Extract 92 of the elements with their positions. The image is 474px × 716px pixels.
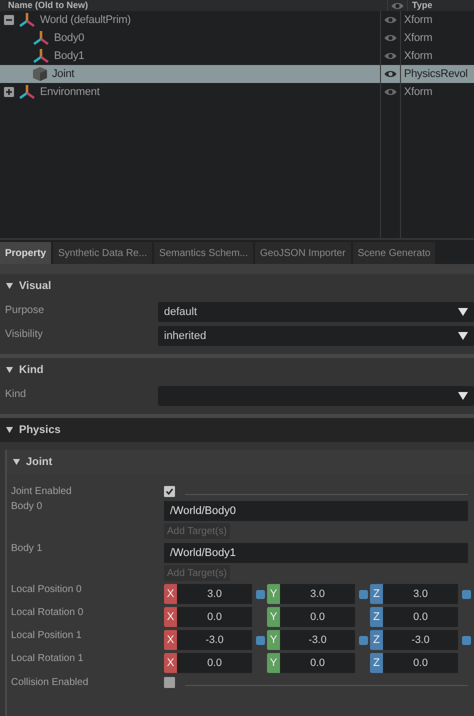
panel-tab[interactable]: GeoJSON Importer bbox=[254, 242, 351, 264]
eye-icon[interactable] bbox=[384, 52, 397, 60]
number-field[interactable]: 3.0 bbox=[177, 584, 252, 604]
dropdown[interactable]: inherited bbox=[158, 326, 474, 346]
prim-type: Xform bbox=[404, 14, 432, 26]
axis-label: X bbox=[164, 584, 177, 604]
axis-label: Z bbox=[370, 630, 383, 650]
eye-icon[interactable] bbox=[384, 34, 397, 42]
property-label: Local Position 0 bbox=[10, 584, 83, 595]
link-icon[interactable] bbox=[359, 636, 368, 644]
axis-label: X bbox=[164, 653, 177, 673]
property-label: Body 0 bbox=[10, 501, 44, 512]
tree-row[interactable]: Body0 Xform bbox=[0, 29, 474, 47]
tree-row[interactable]: World (defaultPrim) Xform bbox=[0, 11, 474, 29]
axis-label: Y bbox=[267, 630, 280, 650]
property-label: Purpose bbox=[4, 303, 46, 316]
link-icon[interactable] bbox=[256, 636, 265, 644]
column-header[interactable]: Type bbox=[407, 0, 474, 11]
column-header[interactable]: Name (Old to New) bbox=[0, 0, 387, 11]
link-icon[interactable] bbox=[359, 590, 368, 598]
section-title: Physics bbox=[19, 424, 61, 436]
property-label: Local Rotation 1 bbox=[10, 653, 84, 664]
dropdown[interactable]: default bbox=[158, 302, 474, 322]
property-label: Local Position 1 bbox=[10, 630, 83, 641]
tree-row[interactable]: Joint PhysicsRevol bbox=[0, 65, 474, 83]
number-field[interactable]: -3.0 bbox=[177, 630, 252, 650]
property-label: Kind bbox=[4, 387, 28, 400]
prim-type: Xform bbox=[404, 50, 432, 62]
panel-tab[interactable]: Semantics Schem... bbox=[154, 242, 253, 264]
eye-icon[interactable] bbox=[384, 16, 397, 24]
collapse-arrow-icon[interactable] bbox=[6, 427, 13, 433]
axis-label: Y bbox=[267, 607, 280, 627]
eye-icon[interactable] bbox=[384, 88, 397, 96]
property-label: Visibility bbox=[4, 327, 44, 340]
path-field[interactable]: /World/Body1 bbox=[164, 543, 468, 563]
eye-icon[interactable] bbox=[384, 70, 397, 78]
axis-label: X bbox=[164, 630, 177, 650]
axis-label: Z bbox=[370, 584, 383, 604]
collapse-arrow-icon[interactable] bbox=[13, 459, 20, 465]
prim-type: Xform bbox=[404, 32, 432, 44]
prim-name: Body1 bbox=[54, 50, 84, 62]
number-field[interactable]: -3.0 bbox=[280, 630, 355, 650]
prim-type: Xform bbox=[404, 86, 432, 98]
number-field[interactable]: 0.0 bbox=[177, 607, 252, 627]
axes-icon bbox=[32, 30, 50, 46]
property-label: Collision Enabled bbox=[10, 677, 90, 688]
dropdown-arrow-icon bbox=[458, 392, 468, 400]
panel-tab[interactable]: Scene Generato bbox=[352, 242, 436, 264]
prim-name: World (defaultPrim) bbox=[40, 14, 131, 26]
panel-tab[interactable]: Property bbox=[0, 242, 52, 264]
property-label: Local Rotation 0 bbox=[10, 607, 84, 618]
section-title: Joint bbox=[26, 456, 52, 468]
collapse-arrow-icon[interactable] bbox=[6, 367, 13, 373]
property-label: Body 1 bbox=[10, 543, 44, 554]
dropdown-arrow-icon bbox=[458, 308, 468, 316]
property-label: Joint Enabled bbox=[10, 486, 73, 497]
panel-tab[interactable]: Synthetic Data Re... bbox=[53, 242, 152, 264]
number-field[interactable]: 0.0 bbox=[383, 653, 458, 673]
dropdown-arrow-icon bbox=[458, 332, 468, 340]
link-icon[interactable] bbox=[462, 590, 471, 598]
prim-type: PhysicsRevol bbox=[404, 68, 468, 80]
number-field[interactable]: 0.0 bbox=[280, 607, 355, 627]
prim-name: Joint bbox=[52, 68, 74, 80]
link-icon[interactable] bbox=[462, 636, 471, 644]
axis-label: Y bbox=[267, 584, 280, 604]
axis-label: Z bbox=[370, 607, 383, 627]
axes-icon bbox=[18, 84, 36, 100]
eye-icon[interactable] bbox=[391, 2, 404, 10]
checkbox[interactable] bbox=[164, 486, 175, 497]
section-title: Kind bbox=[19, 364, 44, 376]
prim-name: Environment bbox=[40, 86, 100, 98]
cube-icon bbox=[32, 66, 48, 82]
axis-label: Z bbox=[370, 653, 383, 673]
number-field[interactable]: 3.0 bbox=[383, 584, 458, 604]
number-field[interactable]: 0.0 bbox=[280, 653, 355, 673]
prim-name: Body0 bbox=[54, 32, 84, 44]
number-field[interactable]: 0.0 bbox=[177, 653, 252, 673]
number-field[interactable]: 3.0 bbox=[280, 584, 355, 604]
axes-icon bbox=[18, 12, 36, 28]
section-title: Visual bbox=[19, 280, 52, 292]
axes-icon bbox=[32, 48, 50, 64]
checkbox[interactable] bbox=[164, 677, 175, 688]
collapse-arrow-icon[interactable] bbox=[6, 283, 13, 289]
number-field[interactable]: -3.0 bbox=[383, 630, 458, 650]
path-field[interactable]: /World/Body0 bbox=[164, 501, 468, 521]
tree-row[interactable]: Environment Xform bbox=[0, 83, 474, 101]
link-icon[interactable] bbox=[256, 590, 265, 598]
axis-label: Y bbox=[267, 653, 280, 673]
collapse-icon[interactable] bbox=[4, 15, 14, 25]
expand-icon[interactable] bbox=[4, 87, 14, 97]
axis-label: X bbox=[164, 607, 177, 627]
number-field[interactable]: 0.0 bbox=[383, 607, 458, 627]
